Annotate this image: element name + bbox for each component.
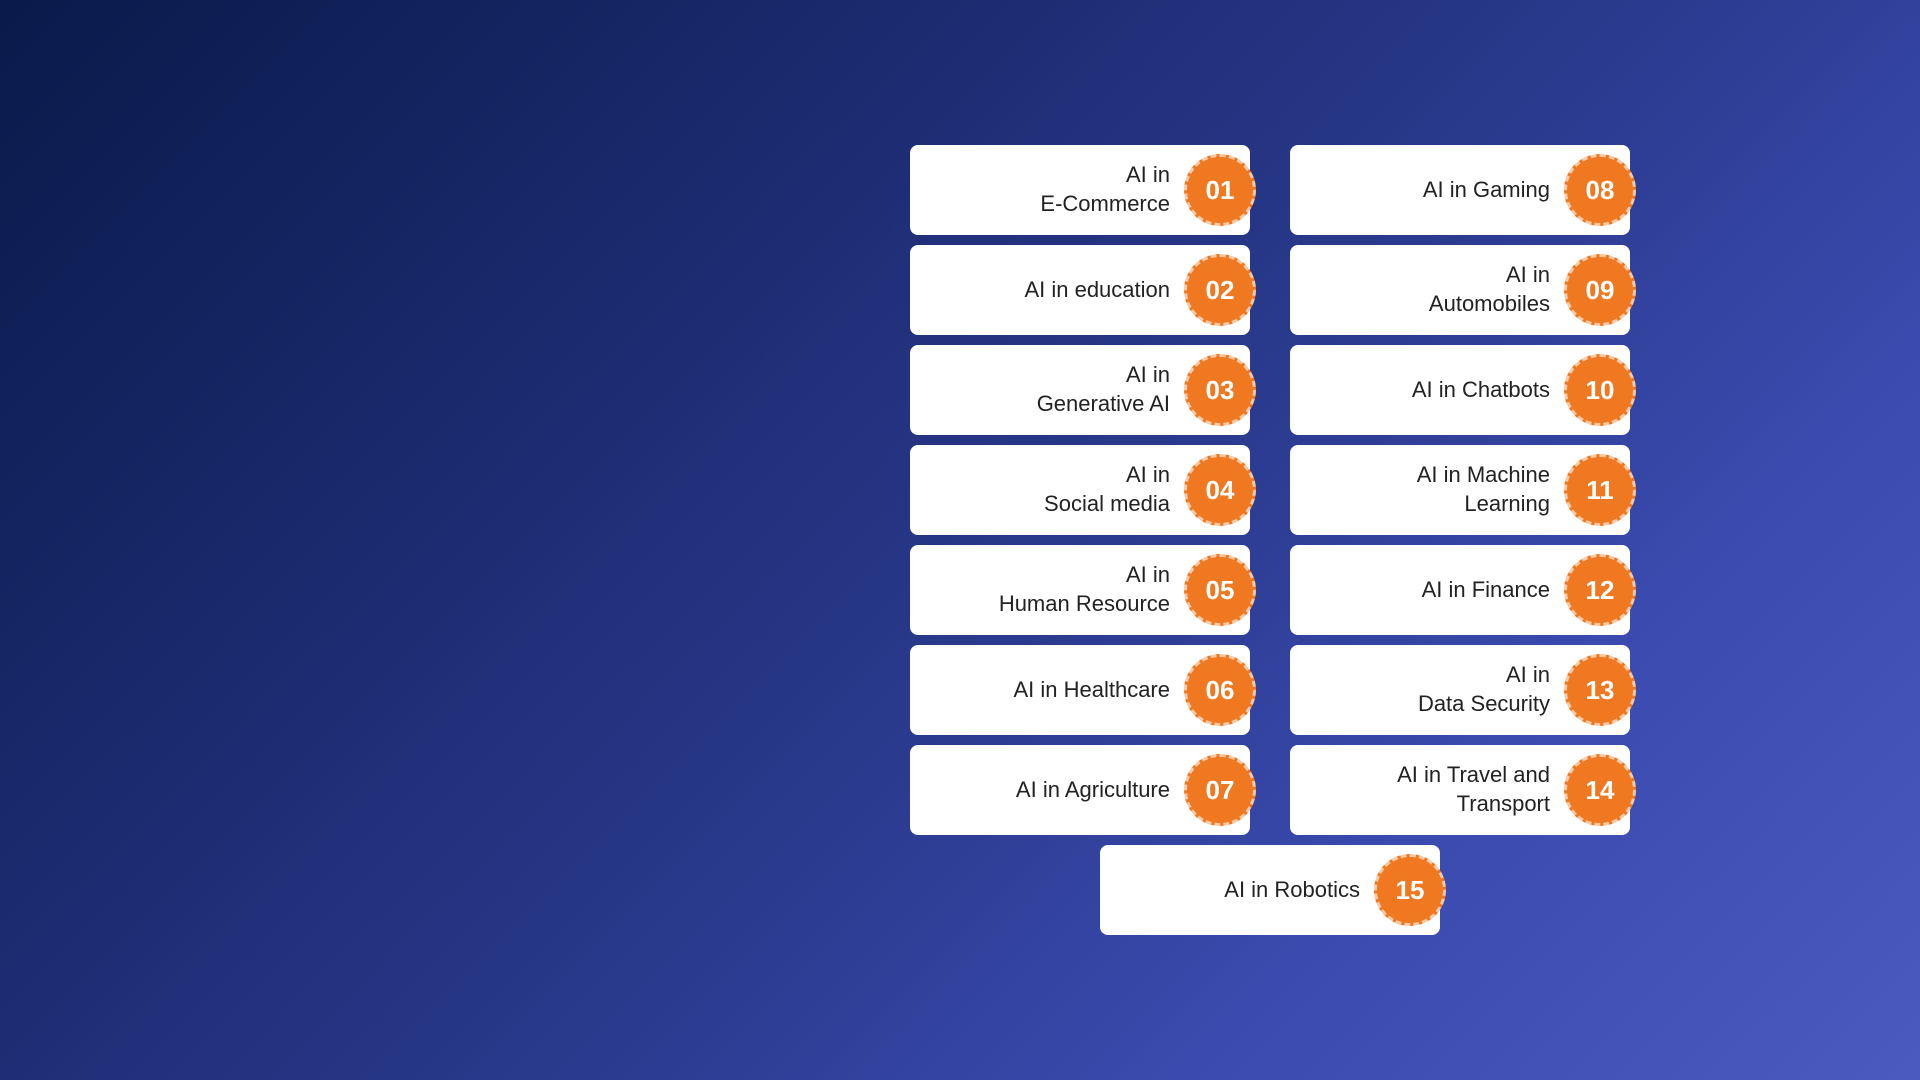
item-label: AI in Gaming bbox=[1310, 176, 1560, 205]
item-card: AI in Generative AI03 bbox=[910, 345, 1250, 435]
item-card: AI in education02 bbox=[910, 245, 1250, 335]
item-card: AI in E-Commerce01 bbox=[910, 145, 1250, 235]
item-card: AI in Automobiles09 bbox=[1290, 245, 1630, 335]
item-number: 13 bbox=[1564, 654, 1636, 726]
item-number: 09 bbox=[1564, 254, 1636, 326]
item-label: AI in Data Security bbox=[1310, 661, 1560, 718]
item-label: AI in Finance bbox=[1310, 576, 1560, 605]
left-column: AI in E-Commerce01AI in education02AI in… bbox=[910, 145, 1250, 835]
bottom-row: AI in Robotics15 bbox=[1100, 845, 1440, 935]
item-number: 07 bbox=[1184, 754, 1256, 826]
item-label: AI in Agriculture bbox=[930, 776, 1180, 805]
item-label: AI in Travel and Transport bbox=[1310, 761, 1560, 818]
item-number: 11 bbox=[1564, 454, 1636, 526]
item-number: 02 bbox=[1184, 254, 1256, 326]
item-number: 03 bbox=[1184, 354, 1256, 426]
item-label: AI in Social media bbox=[930, 461, 1180, 518]
item-number: 01 bbox=[1184, 154, 1256, 226]
item-card: AI in Data Security13 bbox=[1290, 645, 1630, 735]
item-label: AI in Chatbots bbox=[1310, 376, 1560, 405]
item-label: AI in Machine Learning bbox=[1310, 461, 1560, 518]
item-label: AI in E-Commerce bbox=[930, 161, 1180, 218]
item-card: AI in Robotics15 bbox=[1100, 845, 1440, 935]
item-label: AI in Healthcare bbox=[930, 676, 1180, 705]
item-card: AI in Finance12 bbox=[1290, 545, 1630, 635]
item-card: AI in Machine Learning11 bbox=[1290, 445, 1630, 535]
item-label: AI in Human Resource bbox=[930, 561, 1180, 618]
item-label: AI in education bbox=[930, 276, 1180, 305]
item-label: AI in Generative AI bbox=[930, 361, 1180, 418]
item-label: AI in Robotics bbox=[1120, 876, 1370, 905]
item-card: AI in Social media04 bbox=[910, 445, 1250, 535]
item-card: AI in Chatbots10 bbox=[1290, 345, 1630, 435]
item-number: 14 bbox=[1564, 754, 1636, 826]
item-number: 06 bbox=[1184, 654, 1256, 726]
item-card: AI in Human Resource05 bbox=[910, 545, 1250, 635]
left-panel bbox=[0, 480, 620, 600]
item-card: AI in Agriculture07 bbox=[910, 745, 1250, 835]
right-column: AI in Gaming08 AI in Automobiles09 AI in C… bbox=[1290, 145, 1630, 835]
item-label: AI in Automobiles bbox=[1310, 261, 1560, 318]
item-card: AI in Healthcare06 bbox=[910, 645, 1250, 735]
item-number: 12 bbox=[1564, 554, 1636, 626]
item-number: 04 bbox=[1184, 454, 1256, 526]
item-number: 10 bbox=[1564, 354, 1636, 426]
right-panel: AI in E-Commerce01AI in education02AI in… bbox=[620, 125, 1920, 955]
item-number: 08 bbox=[1564, 154, 1636, 226]
item-number: 15 bbox=[1374, 854, 1446, 926]
item-card: AI in Gaming08 bbox=[1290, 145, 1630, 235]
columns-wrapper: AI in E-Commerce01AI in education02AI in… bbox=[910, 145, 1630, 835]
item-card: AI in Travel and Transport14 bbox=[1290, 745, 1630, 835]
item-number: 05 bbox=[1184, 554, 1256, 626]
